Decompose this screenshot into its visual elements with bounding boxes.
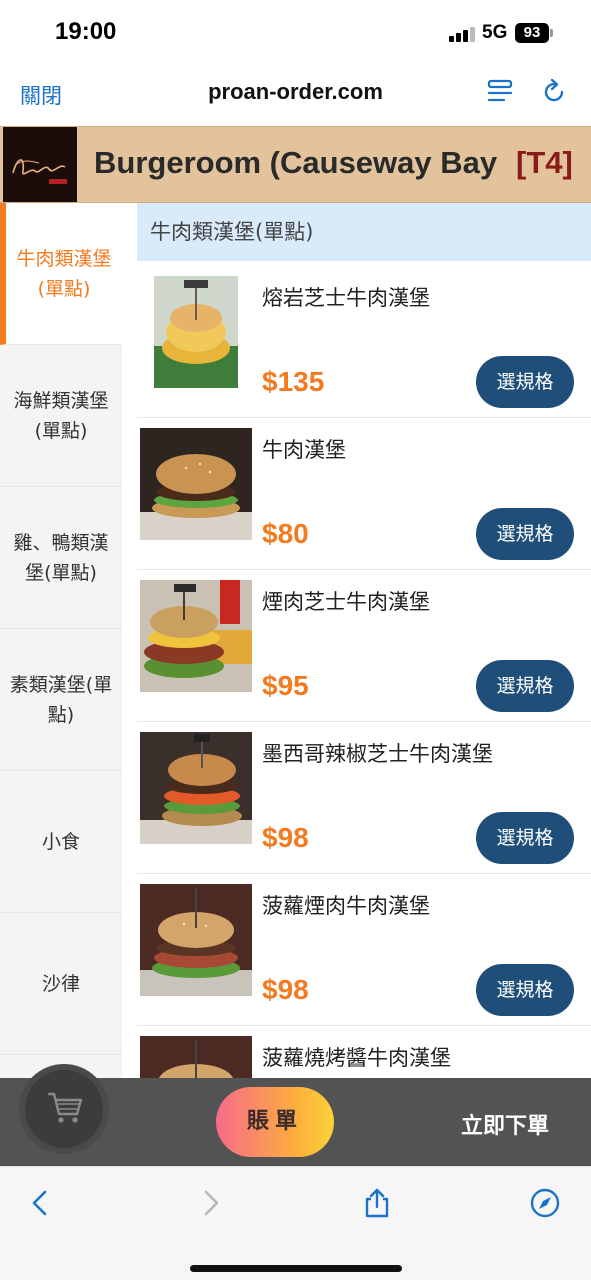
item-photo xyxy=(154,276,238,388)
category-beef-burgers[interactable]: 牛肉類漢堡(單點) xyxy=(0,203,122,345)
menu-item[interactable]: 菠蘿煙肉牛肉漢堡 $98 選規格 xyxy=(137,874,591,1026)
share-icon[interactable] xyxy=(361,1187,393,1219)
network-type: 5G xyxy=(482,22,508,43)
category-chicken-duck-burgers[interactable]: 雞、鴨類漢堡(單點) xyxy=(0,487,122,629)
menu-list: 牛肉類漢堡(單點) 熔岩芝士牛肉漢堡 $135 選規格 牛肉漢堡 $80 選規格… xyxy=(122,203,591,1080)
screen: 19:00 5G 93 關閉 proan-order.com Burgeroom… xyxy=(0,0,591,1280)
item-name: 牛肉漢堡 xyxy=(262,438,346,462)
item-photo xyxy=(140,884,252,996)
select-options-button[interactable]: 選規格 xyxy=(476,660,574,712)
select-options-button[interactable]: 選規格 xyxy=(476,508,574,560)
item-name: 菠蘿燒烤醬牛肉漢堡 xyxy=(262,1046,451,1070)
item-name: 菠蘿煙肉牛肉漢堡 xyxy=(262,894,430,918)
item-price: $80 xyxy=(262,518,309,549)
category-seafood-burgers[interactable]: 海鮮類漢堡(單點) xyxy=(0,345,122,487)
section-title: 牛肉類漢堡(單點) xyxy=(137,203,591,261)
status-time: 19:00 xyxy=(55,18,117,45)
browser-toolbar xyxy=(0,1166,591,1280)
item-price: $95 xyxy=(262,670,309,701)
order-bar: 賬單 立即下單 xyxy=(0,1064,591,1166)
category-snacks[interactable]: 小食 xyxy=(0,771,122,913)
cart-button[interactable] xyxy=(19,1064,109,1154)
category-salads[interactable]: 沙律 xyxy=(0,913,122,1055)
restaurant-banner: Burgeroom (Causeway Bay [T4] xyxy=(0,126,591,203)
bill-button[interactable]: 賬單 xyxy=(216,1087,334,1157)
menu-item[interactable]: 熔岩芝士牛肉漢堡 $135 選規格 xyxy=(137,266,591,418)
item-name: 熔岩芝士牛肉漢堡 xyxy=(262,286,430,310)
item-photo xyxy=(140,428,252,540)
item-photo xyxy=(140,580,252,692)
status-bar: 19:00 5G 93 xyxy=(0,0,591,64)
reload-icon[interactable] xyxy=(540,78,568,106)
page-menu-icon[interactable] xyxy=(486,78,514,106)
item-photo xyxy=(140,732,252,844)
menu-item[interactable]: 煙肉芝士牛肉漢堡 $95 選規格 xyxy=(137,570,591,722)
category-sidebar: 牛肉類漢堡(單點) 海鮮類漢堡(單點) 雞、鴨類漢堡(單點) 素類漢堡(單點) … xyxy=(0,203,122,1080)
category-vegetarian-burgers[interactable]: 素類漢堡(單點) xyxy=(0,629,122,771)
cart-icon xyxy=(47,1092,83,1123)
item-price: $98 xyxy=(262,974,309,1005)
select-options-button[interactable]: 選規格 xyxy=(476,964,574,1016)
restaurant-name: Burgeroom (Causeway Bay xyxy=(94,145,498,180)
restaurant-logo xyxy=(3,127,77,202)
item-price: $98 xyxy=(262,822,309,853)
battery-icon: 93 xyxy=(515,23,549,43)
menu-item[interactable]: 墨西哥辣椒芝士牛肉漢堡 $98 選規格 xyxy=(137,722,591,874)
item-price: $135 xyxy=(262,366,325,397)
forward-icon[interactable] xyxy=(195,1187,227,1219)
order-now-button[interactable]: 立即下單 xyxy=(461,1108,549,1140)
home-indicator xyxy=(190,1265,402,1272)
table-number: [T4] xyxy=(516,145,573,180)
item-name: 煙肉芝士牛肉漢堡 xyxy=(262,590,430,614)
select-options-button[interactable]: 選規格 xyxy=(476,356,574,408)
battery-tip xyxy=(550,29,553,37)
menu-item[interactable]: 牛肉漢堡 $80 選規格 xyxy=(137,418,591,570)
item-photo xyxy=(140,1036,252,1080)
menu-item[interactable]: 菠蘿燒烤醬牛肉漢堡 xyxy=(137,1026,591,1080)
cellular-signal-icon xyxy=(449,26,475,42)
browser-header: 關閉 proan-order.com xyxy=(0,64,591,126)
item-name: 墨西哥辣椒芝士牛肉漢堡 xyxy=(262,742,493,766)
compass-icon[interactable] xyxy=(529,1187,561,1219)
select-options-button[interactable]: 選規格 xyxy=(476,812,574,864)
back-icon[interactable] xyxy=(24,1187,56,1219)
